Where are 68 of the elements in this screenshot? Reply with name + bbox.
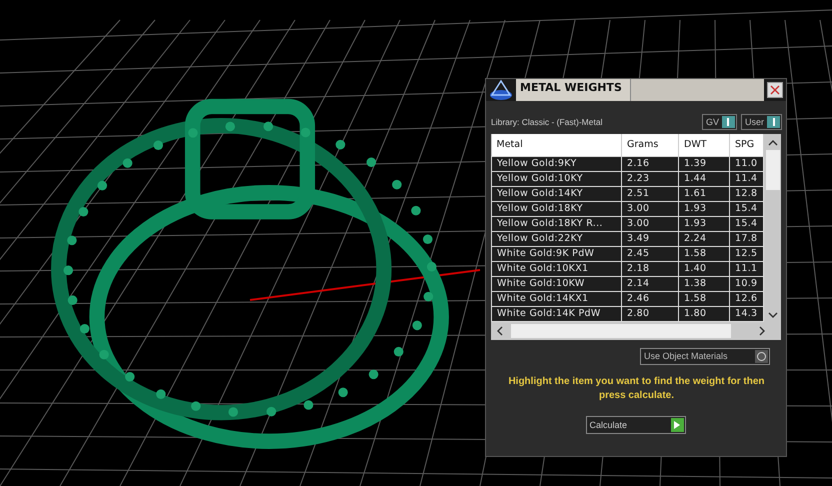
- table-cell: 3.00: [622, 216, 678, 231]
- table-cell: Yellow Gold:18KY R...: [492, 216, 622, 231]
- table-cell: 15.4: [730, 216, 764, 231]
- table-cell: 12.6: [730, 291, 764, 306]
- table-cell: 2.45: [622, 246, 678, 261]
- table-cell: 14.3: [730, 306, 764, 321]
- use-object-materials-button[interactable]: Use Object Materials: [640, 348, 770, 364]
- column-header: SPG: [730, 134, 764, 156]
- table-cell: Yellow Gold:22KY: [492, 231, 622, 246]
- table-cell: 11.4: [730, 171, 764, 186]
- calculate-button[interactable]: Calculate: [586, 416, 686, 434]
- table-cell: 2.14: [622, 276, 678, 291]
- close-button[interactable]: [767, 82, 783, 98]
- table-cell: 1.93: [678, 201, 730, 216]
- table-cell: 1.58: [678, 291, 730, 306]
- table-cell: 3.49: [622, 231, 678, 246]
- table-cell: 11.1: [730, 261, 764, 276]
- panel-title: METAL WEIGHTS: [516, 79, 630, 101]
- cone-logo-icon: [488, 79, 514, 101]
- table-cell: 11.0: [730, 156, 764, 171]
- table-cell: White Gold:9K PdW: [492, 246, 622, 261]
- instruction-text: Highlight the item you want to find the weight for then press calculate.: [507, 374, 766, 402]
- table-cell: 17.8: [730, 231, 764, 246]
- table-cell: 1.38: [678, 276, 730, 291]
- table-cell: 2.18: [622, 261, 678, 276]
- scrollbar-thumb[interactable]: [766, 150, 780, 190]
- close-icon: [770, 85, 780, 95]
- table-cell: 1.44: [678, 171, 730, 186]
- table-cell: White Gold:10KW: [492, 276, 622, 291]
- toggle-button[interactable]: User: [740, 114, 782, 130]
- table-cell: White Gold:14K PdW: [492, 306, 622, 321]
- table-cell: Yellow Gold:18KY: [492, 201, 622, 216]
- scroll-left-icon: [497, 326, 503, 336]
- table-cell: 1.80: [678, 306, 730, 321]
- table-cell: 3.00: [622, 201, 678, 216]
- radio-icon: [755, 350, 768, 362]
- table-cell: Yellow Gold:14KY: [492, 186, 622, 201]
- table-cell: Yellow Gold:9KY: [492, 156, 622, 171]
- table-cell: White Gold:14KX1: [492, 291, 622, 306]
- table-cell: White Gold:10KX1: [492, 261, 622, 276]
- library-label: Library: Classic - (Fast)-Metal: [491, 117, 604, 127]
- table-cell: 1.40: [678, 261, 730, 276]
- table-cell: 2.24: [678, 231, 730, 246]
- column-header: DWT: [678, 134, 730, 156]
- column-header: Metal: [492, 134, 622, 156]
- table-cell: 2.51: [622, 186, 678, 201]
- column-header: Grams: [622, 134, 678, 156]
- table-cell: 1.39: [678, 156, 730, 171]
- table-cell: 1.58: [678, 246, 730, 261]
- play-icon: [670, 418, 684, 432]
- table-cell: 1.61: [678, 186, 730, 201]
- table-cell: 2.23: [622, 171, 678, 186]
- table-cell: 1.93: [678, 216, 730, 231]
- table-cell: 15.4: [730, 201, 764, 216]
- table-cell: 12.5: [730, 246, 764, 261]
- toggle-indicator-icon: [767, 116, 780, 128]
- scroll-up-icon: [768, 140, 778, 146]
- toggle-indicator-icon: [722, 116, 735, 128]
- table-cell: 2.16: [622, 156, 678, 171]
- table-cell: 2.80: [622, 306, 678, 321]
- table-cell: 12.8: [730, 186, 764, 201]
- table-cell: 10.9: [730, 276, 764, 291]
- scroll-down-icon: [768, 312, 778, 318]
- scrollbar-thumb[interactable]: [511, 324, 731, 338]
- table-cell: Yellow Gold:10KY: [492, 171, 622, 186]
- toggle-button[interactable]: GV: [702, 114, 737, 130]
- table-cell: 2.46: [622, 291, 678, 306]
- scroll-right-icon: [759, 326, 765, 336]
